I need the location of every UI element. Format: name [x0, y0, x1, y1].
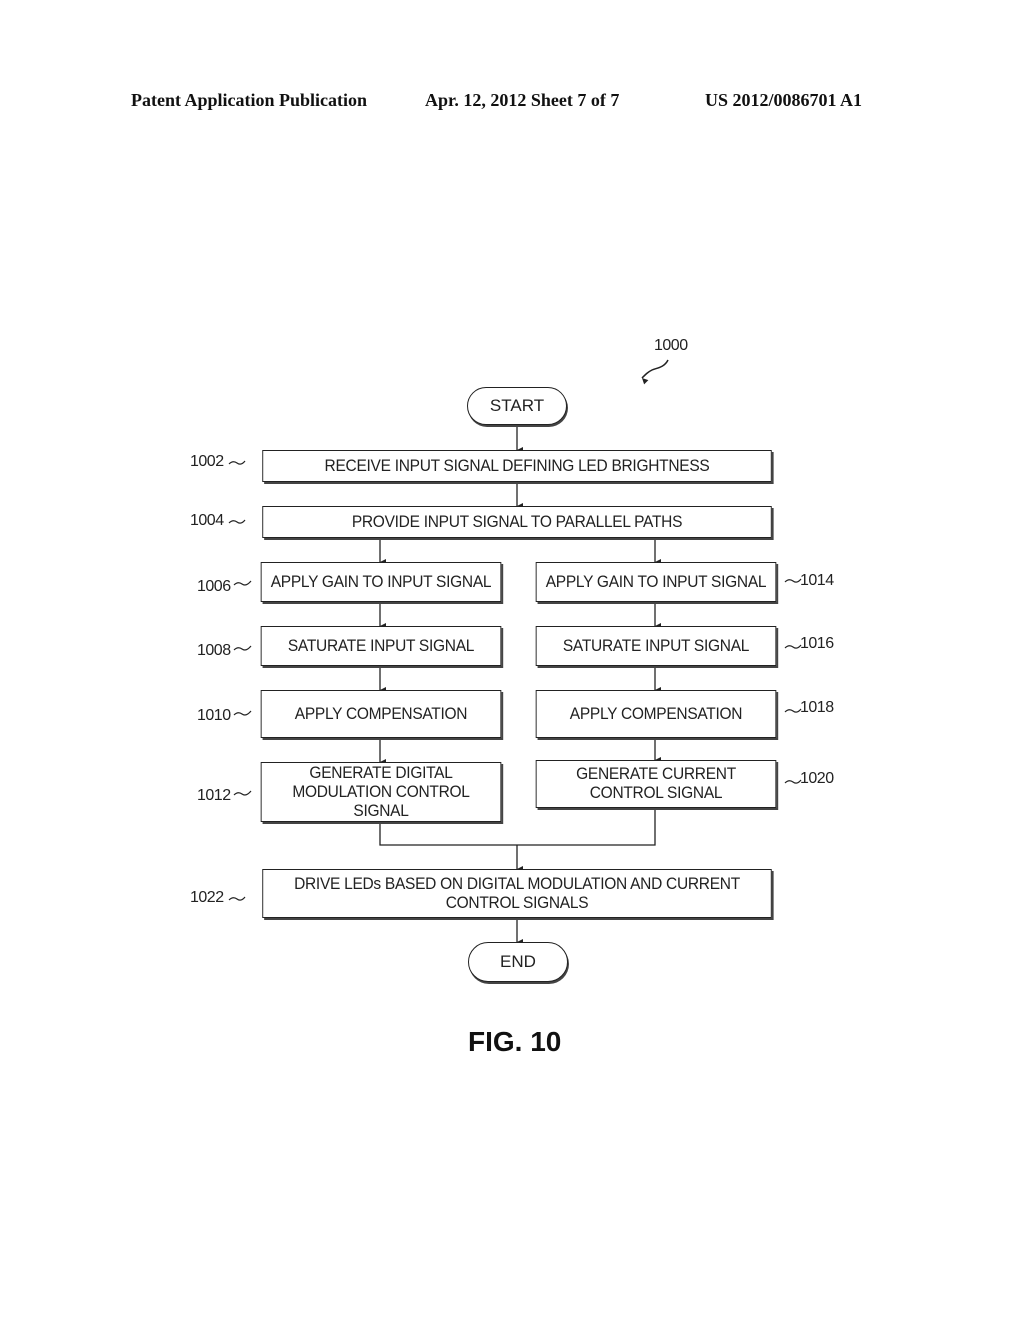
ref-1012: 1012 [197, 787, 231, 804]
ref-1010: 1010 [197, 707, 231, 724]
ref-1016: 1016 [800, 635, 834, 652]
leader-1014 [784, 578, 802, 583]
step-1014: APPLY GAIN TO INPUT SIGNAL [535, 562, 777, 602]
leader-1022 [228, 896, 246, 901]
leader-1002 [228, 460, 246, 465]
leader-1004 [228, 519, 246, 524]
step-1016: SATURATE INPUT SIGNAL [535, 626, 777, 666]
step-1020: GENERATE CURRENT CONTROL SIGNAL [535, 760, 777, 808]
leader-1020 [784, 779, 802, 784]
step-1018: APPLY COMPENSATION [535, 690, 777, 738]
end-terminal: END [468, 942, 568, 982]
ref-1022: 1022 [190, 889, 224, 906]
leader-1006 [233, 580, 252, 586]
connector-lines [228, 359, 802, 945]
ref-1004: 1004 [190, 512, 224, 529]
step-1002: RECEIVE INPUT SIGNAL DEFINING LED BRIGHT… [262, 450, 772, 482]
step-1012: GENERATE DIGITAL MODULATION CONTROL SIGN… [260, 762, 502, 822]
ref-1018: 1018 [800, 699, 834, 716]
figure-caption: FIG. 10 [468, 1026, 562, 1057]
leader-1008 [233, 645, 252, 651]
step-1008: SATURATE INPUT SIGNAL [260, 626, 502, 666]
step-1010: APPLY COMPENSATION [260, 690, 502, 738]
ref-1014: 1014 [800, 572, 834, 589]
leader-1018 [784, 708, 802, 713]
start-terminal: START [467, 387, 567, 425]
ref-1006: 1006 [197, 578, 231, 595]
step-1004: PROVIDE INPUT SIGNAL TO PARALLEL PATHS [262, 506, 772, 538]
leader-1016 [784, 644, 802, 649]
ref-1008: 1008 [197, 642, 231, 659]
reference-leader-1000 [641, 359, 669, 385]
leader-1012 [233, 790, 252, 796]
step-1022: DRIVE LEDs BASED ON DIGITAL MODULATION A… [262, 869, 772, 918]
step-1006: APPLY GAIN TO INPUT SIGNAL [260, 562, 502, 602]
ref-1002: 1002 [190, 453, 224, 470]
figure-reference: 1000 [654, 337, 688, 354]
leader-1010 [233, 710, 252, 716]
ref-1020: 1020 [800, 770, 834, 787]
